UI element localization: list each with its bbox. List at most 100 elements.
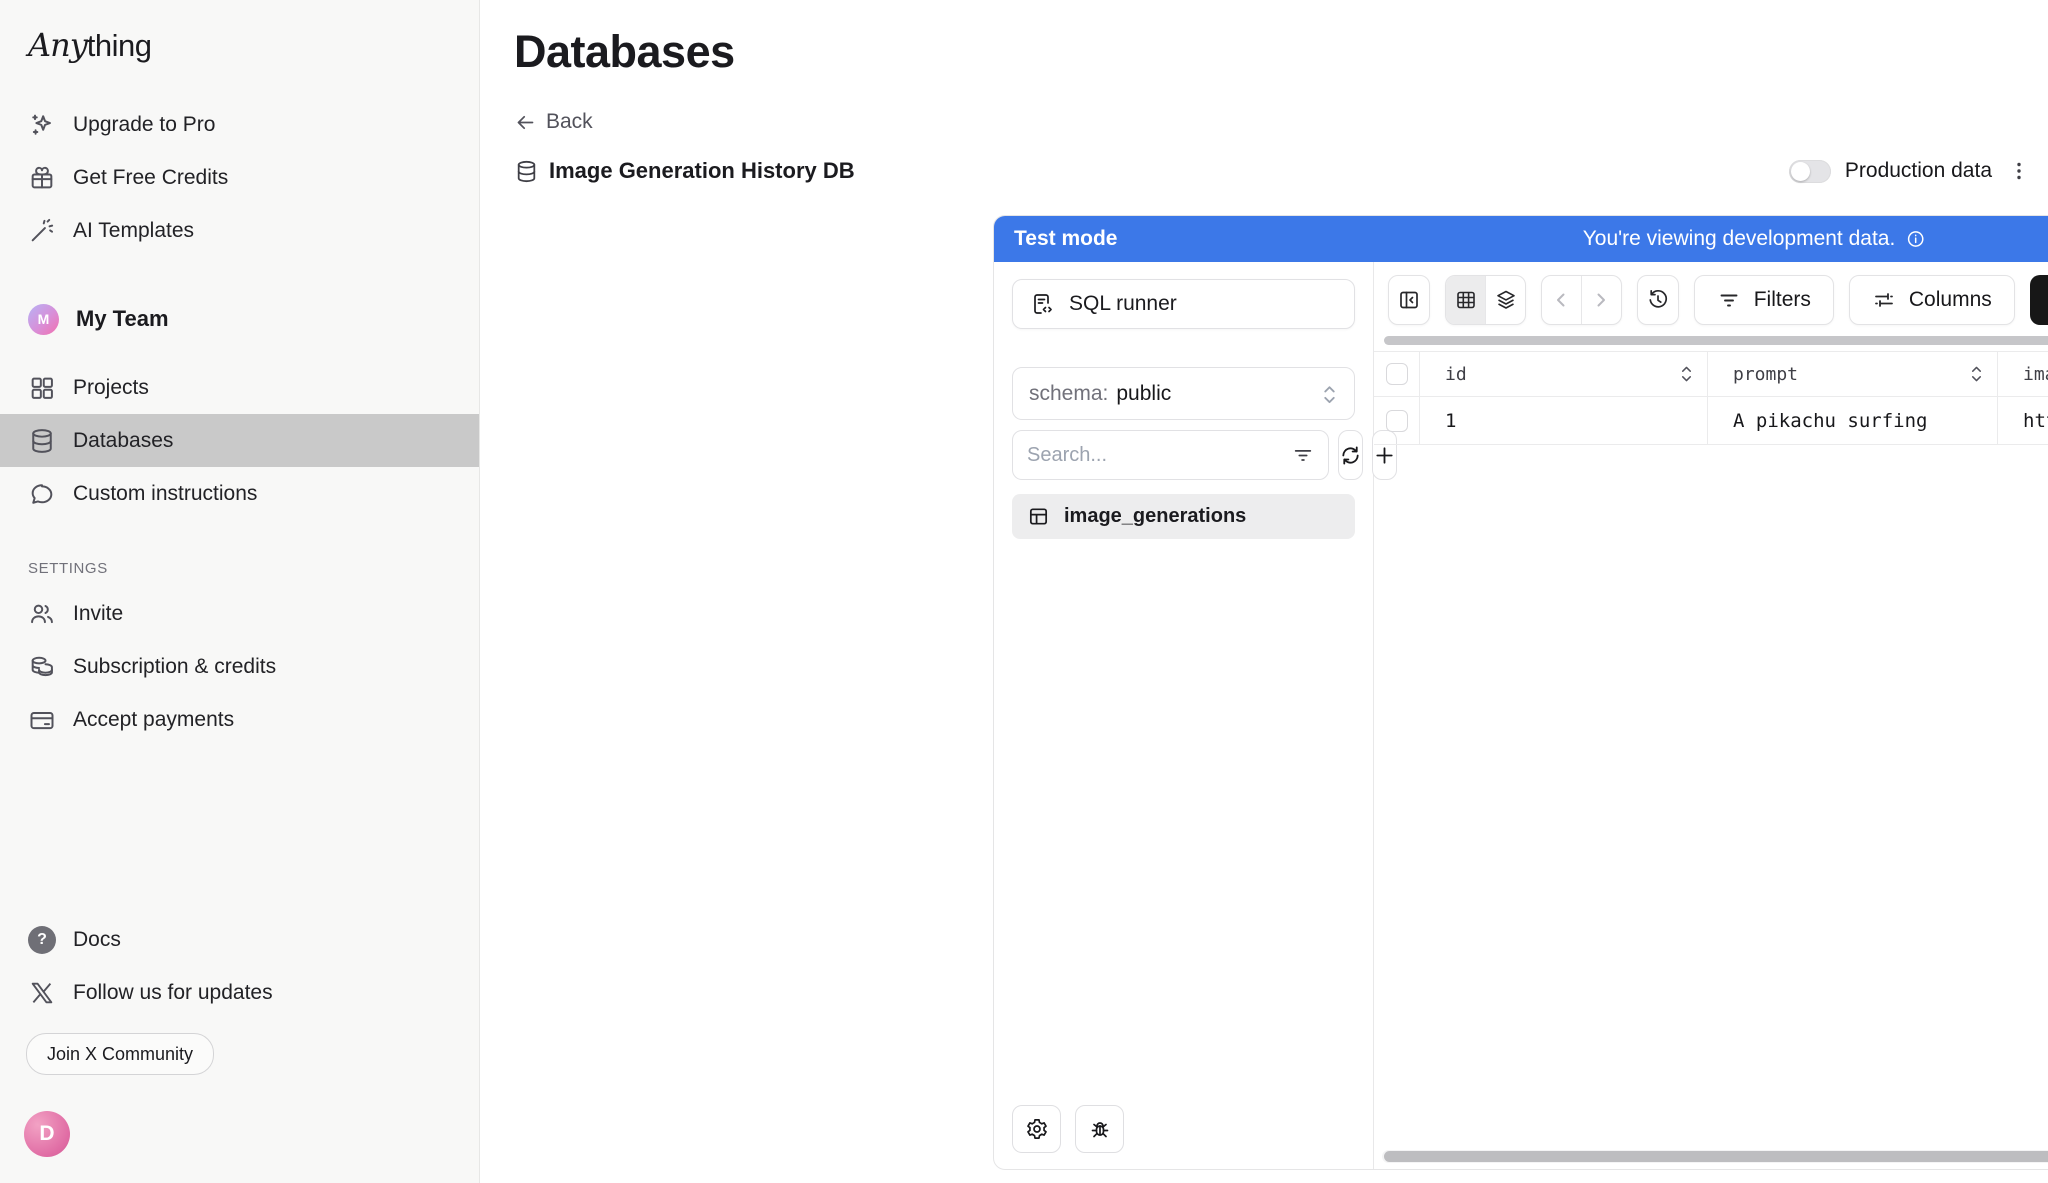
app-logo-italic: Any bbox=[28, 26, 87, 64]
app-logo-rest: thing bbox=[87, 28, 152, 64]
select-all-checkbox[interactable] bbox=[1386, 363, 1408, 385]
schema-explorer: SQL runner schema: public bbox=[994, 262, 1374, 1169]
kebab-menu-icon[interactable] bbox=[2006, 158, 2032, 184]
table-grid-icon bbox=[1454, 288, 1478, 312]
back-label: Back bbox=[546, 110, 593, 134]
database-name: Image Generation History DB bbox=[549, 158, 855, 184]
history-button[interactable] bbox=[1637, 275, 1679, 325]
records-area: Filters Columns + Add record 1 row • 460… bbox=[1374, 262, 2048, 1169]
table-search-input[interactable] bbox=[1027, 444, 1292, 467]
back-link[interactable]: Back bbox=[515, 110, 593, 134]
scrollbar-thumb[interactable] bbox=[1384, 1151, 2048, 1162]
app-logo[interactable]: Anything bbox=[0, 0, 479, 72]
refresh-icon bbox=[1339, 444, 1362, 467]
table-view-button[interactable] bbox=[1446, 276, 1485, 324]
column-header-prompt[interactable]: prompt bbox=[1708, 352, 1998, 396]
sidebar-item-label: Databases bbox=[73, 429, 173, 453]
sidebar-item-label: Custom instructions bbox=[73, 482, 257, 506]
cell-image-url[interactable]: https://fal.media/file… bbox=[1998, 397, 2048, 444]
columns-label: Columns bbox=[1909, 288, 1992, 312]
filter-lines-icon[interactable] bbox=[1292, 444, 1314, 466]
table-header-row: id prompt image_url bbox=[1374, 352, 2048, 397]
view-mode-switcher bbox=[1445, 275, 1526, 325]
chevron-left-icon bbox=[1549, 288, 1573, 312]
team-switcher[interactable]: M My Team bbox=[0, 291, 479, 347]
next-page-button[interactable] bbox=[1581, 276, 1620, 324]
refresh-button[interactable] bbox=[1338, 430, 1363, 480]
test-mode-banner: Test mode You're viewing development dat… bbox=[994, 216, 2048, 262]
database-panel: Test mode You're viewing development dat… bbox=[993, 215, 2048, 1170]
database-icon bbox=[514, 159, 539, 184]
column-header-id[interactable]: id bbox=[1420, 352, 1708, 396]
database-icon bbox=[28, 427, 56, 455]
sql-runner-button[interactable]: SQL runner bbox=[1012, 279, 1355, 329]
user-avatar[interactable]: D bbox=[24, 1111, 70, 1157]
history-clock-icon bbox=[1646, 288, 1670, 312]
banner-message: You're viewing development data. bbox=[1583, 227, 1896, 251]
grid-icon bbox=[28, 374, 56, 402]
settings-button[interactable] bbox=[1012, 1105, 1061, 1153]
sidebar-item-ai-templates[interactable]: AI Templates bbox=[0, 204, 479, 257]
scrollbar-thumb[interactable] bbox=[1384, 336, 2048, 345]
sidebar-item-follow-updates[interactable]: Follow us for updates bbox=[0, 966, 479, 1019]
toggle-knob bbox=[1791, 162, 1810, 181]
sliders-icon bbox=[1872, 288, 1896, 312]
schema-select[interactable]: schema: public bbox=[1012, 367, 1355, 420]
sidebar-item-subscription-credits[interactable]: Subscription & credits bbox=[0, 640, 479, 693]
wand-icon bbox=[28, 217, 56, 245]
sidebar-item-label: AI Templates bbox=[73, 219, 194, 243]
test-mode-label: Test mode bbox=[1014, 227, 1117, 251]
bug-icon bbox=[1088, 1117, 1112, 1141]
add-record-button[interactable]: + Add record bbox=[2030, 275, 2048, 325]
people-icon bbox=[28, 600, 56, 628]
page-title: Databases bbox=[514, 26, 2048, 78]
info-icon[interactable] bbox=[1905, 229, 1925, 249]
join-x-community-button[interactable]: Join X Community bbox=[26, 1033, 214, 1075]
sidebar-item-accept-payments[interactable]: Accept payments bbox=[0, 693, 479, 746]
sidebar-item-get-free-credits[interactable]: Get Free Credits bbox=[0, 151, 479, 204]
sidebar-item-label: Accept payments bbox=[73, 708, 234, 732]
chevron-right-icon bbox=[1589, 288, 1613, 312]
horizontal-scrollbar-bottom bbox=[1382, 1150, 2048, 1163]
card-icon bbox=[28, 706, 56, 734]
sort-icon[interactable] bbox=[1969, 363, 1984, 385]
layers-view-button[interactable] bbox=[1485, 276, 1524, 324]
filters-button[interactable]: Filters bbox=[1694, 275, 1834, 325]
cell-prompt[interactable]: A pikachu surfing bbox=[1708, 397, 1998, 444]
sidebar: Anything Upgrade to Pro Get Free Credits… bbox=[0, 0, 480, 1183]
sidebar-item-label: Get Free Credits bbox=[73, 166, 228, 190]
sidebar-item-label: Projects bbox=[73, 376, 149, 400]
sort-icon[interactable] bbox=[1679, 363, 1694, 385]
table-name: image_generations bbox=[1064, 505, 1246, 528]
debug-button[interactable] bbox=[1075, 1105, 1124, 1153]
columns-button[interactable]: Columns bbox=[1849, 275, 2015, 325]
production-data-toggle[interactable] bbox=[1789, 160, 1831, 183]
sidebar-item-upgrade-to-pro[interactable]: Upgrade to Pro bbox=[0, 98, 479, 151]
schema-select-value: public bbox=[1116, 382, 1171, 406]
panel-collapse-icon bbox=[1397, 288, 1421, 312]
column-header-image-url[interactable]: image_url bbox=[1998, 352, 2048, 396]
sidebar-item-projects[interactable]: Projects bbox=[0, 361, 479, 414]
help-icon: ? bbox=[28, 926, 56, 954]
main-content: Databases Back Image Generation History … bbox=[480, 0, 2048, 1183]
table-list-item-image-generations[interactable]: image_generations bbox=[1012, 494, 1355, 539]
page-nav-group bbox=[1541, 275, 1622, 325]
layers-icon bbox=[1494, 288, 1518, 312]
production-data-label: Production data bbox=[1845, 159, 1992, 183]
filter-lines-icon bbox=[1717, 288, 1741, 312]
sidebar-item-invite[interactable]: Invite bbox=[0, 587, 479, 640]
gift-icon bbox=[28, 164, 56, 192]
sidebar-item-databases[interactable]: Databases bbox=[0, 414, 479, 467]
sidebar-item-label: Invite bbox=[73, 602, 123, 626]
sidebar-item-docs[interactable]: ? Docs bbox=[0, 913, 479, 966]
row-checkbox[interactable] bbox=[1386, 410, 1408, 432]
table-row[interactable]: 1 A pikachu surfing https://fal.media/fi… bbox=[1374, 397, 2048, 445]
sql-file-icon bbox=[1030, 292, 1054, 316]
cell-id[interactable]: 1 bbox=[1420, 397, 1708, 444]
header-checkbox-cell bbox=[1374, 352, 1420, 396]
sidebar-item-custom-instructions[interactable]: Custom instructions bbox=[0, 467, 479, 520]
prev-page-button[interactable] bbox=[1542, 276, 1581, 324]
collapse-sidebar-button[interactable] bbox=[1388, 275, 1430, 325]
sidebar-item-label: Docs bbox=[73, 928, 121, 952]
settings-heading: SETTINGS bbox=[0, 560, 479, 577]
